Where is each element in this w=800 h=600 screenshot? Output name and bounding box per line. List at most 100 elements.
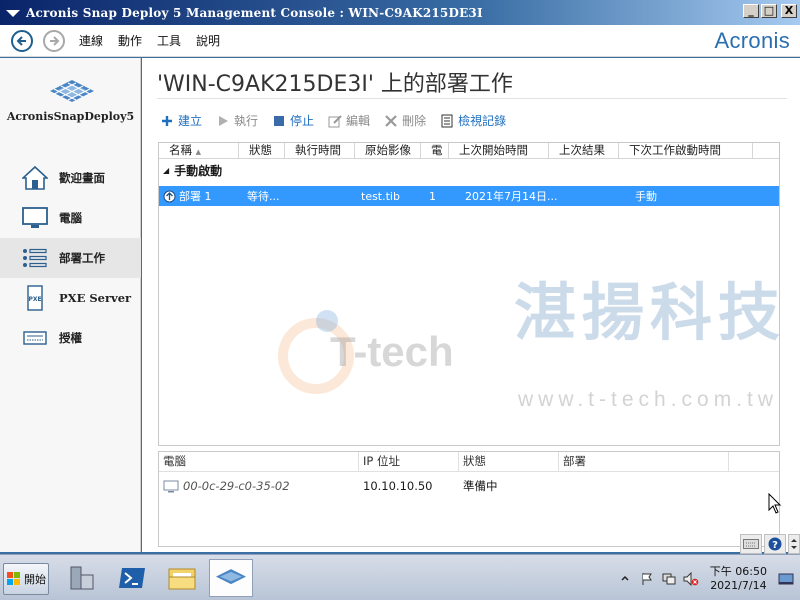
group-header[interactable]: ◢ 手動啟動 [159,159,779,181]
column-header-count[interactable]: 電 [421,143,449,158]
taskbar-app-explorer[interactable] [160,559,204,597]
monitor-icon [22,205,48,231]
help-button[interactable]: ? [764,534,786,554]
computers-table-header: 電腦 IP 位址 狀態 部署 [159,452,779,472]
menu-help[interactable]: 說明 [196,32,220,49]
sidebar-item-deploy-tasks[interactable]: 部署工作 [0,238,141,278]
back-button[interactable] [11,29,33,52]
maximize-button[interactable]: □ [761,4,777,18]
start-label: 開始 [24,573,46,586]
column-header-run-time[interactable]: 執行時間 [285,143,355,158]
run-label: 執行 [234,114,259,128]
sidebar-item-label: 歡迎畫面 [59,171,105,185]
keyboard-icon [743,539,759,549]
status-strip: ? [740,534,800,554]
window-title: Acronis Snap Deploy 5 Management Console… [26,5,483,20]
table-row[interactable]: 00-0c-29-c0-35-02 10.10.10.50 準備中 [159,472,779,500]
sidebar-item-computers[interactable]: 電腦 [0,198,141,238]
edit-label: 編輯 [346,114,371,128]
license-icon [22,325,48,351]
taskbar-app-server-manager[interactable] [60,559,104,597]
snap-deploy-logo [50,80,94,102]
sidebar: AcronisSnapDeploy5 歡迎畫面 電腦 部署工作 PXE PXE … [0,58,141,552]
stop-button[interactable]: 停止 [272,112,314,129]
column-header-name[interactable]: 名稱 ▲ [159,143,239,158]
title-bar: Acronis Snap Deploy 5 Management Console… [0,0,800,25]
start-button[interactable]: 開始 [3,563,49,595]
sidebar-item-label: PXE Server [59,291,132,305]
plus-icon [160,114,174,128]
run-button[interactable]: 執行 [216,112,258,129]
menu-tools[interactable]: 工具 [157,32,181,49]
edit-button[interactable]: 編輯 [328,112,370,129]
table-header: 名稱 ▲ 狀態 執行時間 原始影像 電 上次開始時間 上次結果 下次工作啟動時間 [159,143,779,159]
chevron-updown-icon [791,539,797,549]
app-menu-icon[interactable] [6,8,20,18]
column-header-status[interactable]: 狀態 [239,143,285,158]
create-button[interactable]: 建立 [160,112,202,129]
help-icon: ? [768,537,782,551]
view-log-button[interactable]: 檢視記錄 [440,112,506,129]
main-panel: 'WIN-C9AK215DE3I' 上的部署工作 建立 執行 停止 編輯 刪除 … [142,58,800,552]
deploy-task-table: 名稱 ▲ 狀態 執行時間 原始影像 電 上次開始時間 上次結果 下次工作啟動時間… [158,142,780,446]
clock-time: 下午 06:50 [709,565,767,578]
server-manager-icon [70,566,94,590]
cell-count: 1 [429,189,436,203]
column-header-ip[interactable]: IP 位址 [359,452,459,471]
delete-button[interactable]: 刪除 [384,112,426,129]
cell-status: 等待... [247,190,280,203]
collapse-triangle-icon[interactable]: ◢ [163,166,169,175]
table-row[interactable]: 部署 1 等待... test.tib 1 2021年7月14日... 手動 [159,186,779,206]
column-header-state[interactable]: 狀態 [459,452,559,471]
minimize-button[interactable]: _ [743,4,759,18]
play-icon [216,114,230,128]
show-hidden-icons-button[interactable] [617,571,633,587]
show-desktop-icon[interactable] [778,571,794,587]
delete-label: 刪除 [402,114,427,128]
cell-name: 部署 1 [179,190,212,203]
network-icon[interactable] [661,571,677,587]
cell-state: 準備中 [463,479,498,493]
cell-computer: 00-0c-29-c0-35-02 [183,479,290,493]
column-header-next-start[interactable]: 下次工作啟動時間 [619,143,753,158]
sidebar-item-license[interactable]: 授權 [0,318,141,358]
arrow-left-icon [16,35,26,46]
menu-connect[interactable]: 連線 [79,32,103,49]
menu-bar: 連線 動作 工具 說明 Acronis [0,25,800,57]
sidebar-item-welcome[interactable]: 歡迎畫面 [0,158,141,198]
taskbar-clock[interactable]: 下午 06:50 2021/7/14 [710,565,767,593]
action-center-icon[interactable] [639,571,655,587]
group-label: 手動啟動 [174,163,223,178]
system-tray: 下午 06:50 2021/7/14 [614,561,800,597]
keyboard-button[interactable] [740,534,762,554]
scroll-button[interactable] [788,534,800,554]
svg-text:?: ? [772,540,778,551]
stop-icon [272,114,286,128]
column-header-last-start[interactable]: 上次開始時間 [449,143,549,158]
sidebar-item-pxe-server[interactable]: PXE PXE Server [0,278,141,318]
column-header-deploy[interactable]: 部署 [559,452,729,471]
divider [157,98,787,99]
sidebar-item-label: 電腦 [59,211,82,225]
pxe-server-icon: PXE [22,285,48,311]
log-icon [440,114,454,128]
page-title: 'WIN-C9AK215DE3I' 上的部署工作 [157,72,513,97]
cell-image: test.tib [361,189,400,203]
taskbar: 開始 下午 06:50 2021/7/14 [0,554,800,600]
menu-action[interactable]: 動作 [118,32,142,49]
computers-table: 電腦 IP 位址 狀態 部署 00-0c-29-c0-35-02 10.10.1… [158,451,780,547]
folder-icon [168,568,196,590]
column-header-last-result[interactable]: 上次結果 [549,143,619,158]
volume-muted-icon[interactable] [683,571,699,587]
close-button[interactable]: X [781,4,797,18]
column-header-image[interactable]: 原始影像 [355,143,421,158]
task-list-icon [22,245,48,271]
forward-button[interactable] [43,29,65,52]
taskbar-app-powershell[interactable] [110,559,154,597]
column-header-computer[interactable]: 電腦 [159,452,359,471]
taskbar-app-snap-deploy[interactable] [209,559,253,597]
computer-icon [163,480,179,492]
task-status-icon [163,190,176,202]
sidebar-item-label: 授權 [59,331,82,345]
product-name: AcronisSnapDeploy5 [6,110,135,123]
